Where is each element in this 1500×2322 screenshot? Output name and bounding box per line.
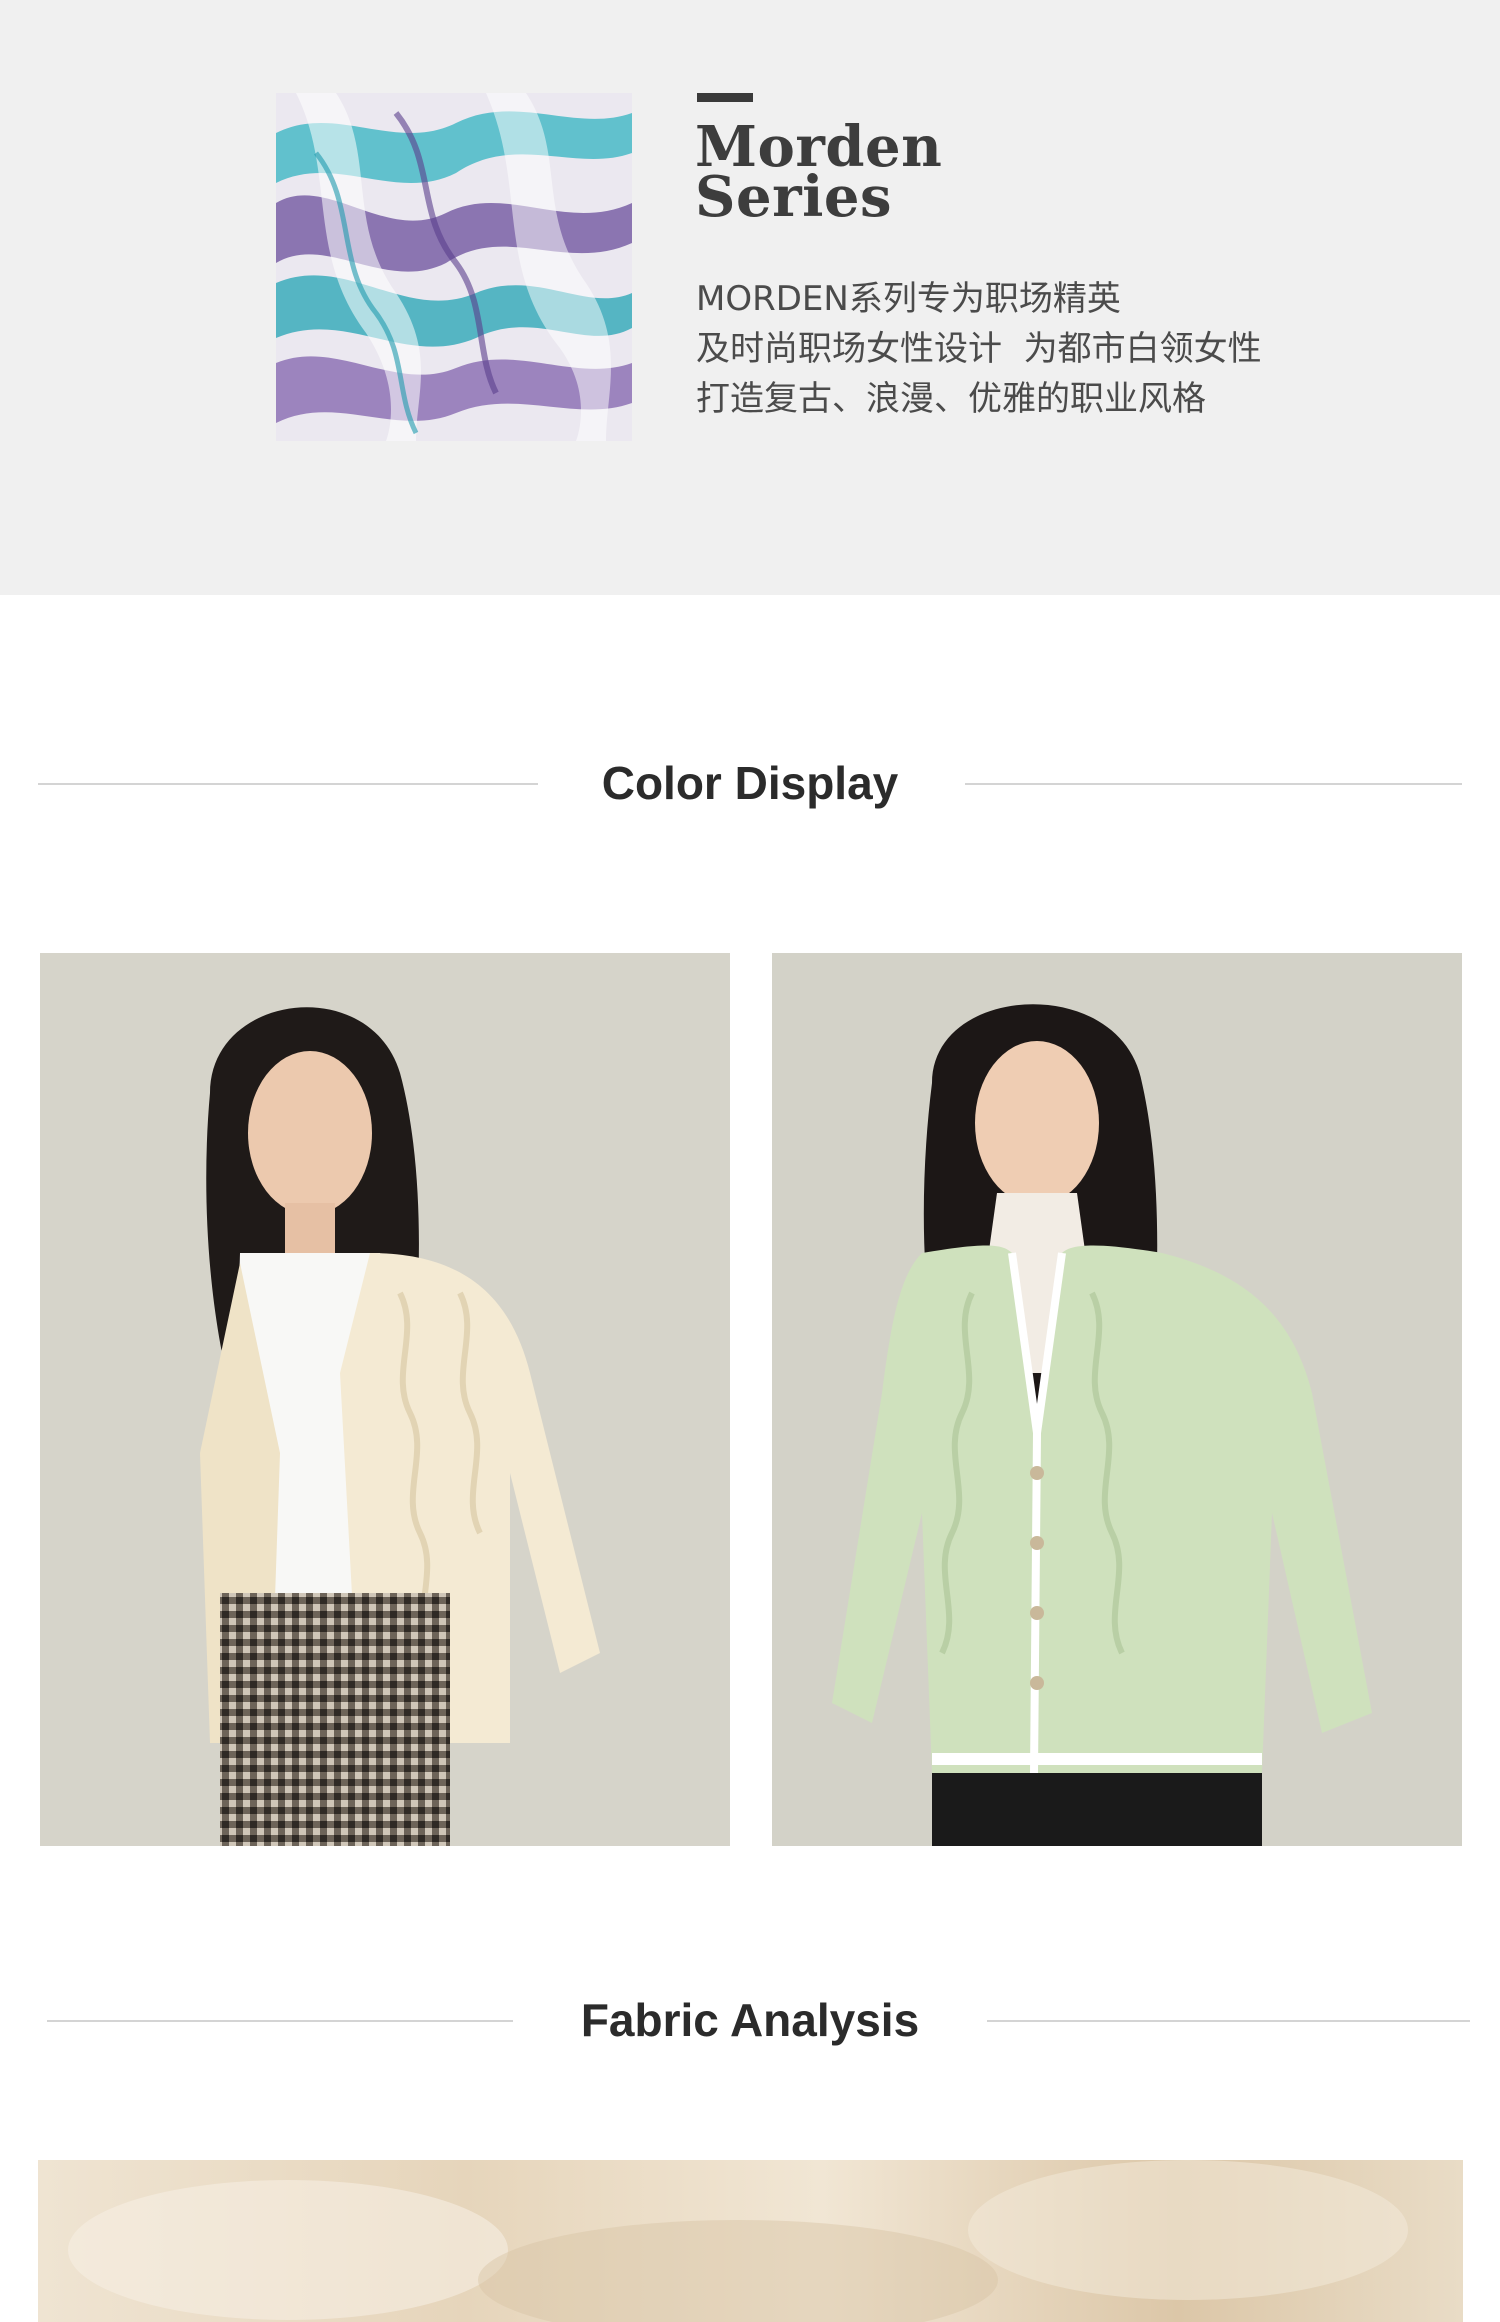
series-description-line: 及时尚职场女性设计 为都市白领女性	[696, 329, 1262, 369]
series-description-line: MORDEN系列专为职场精英	[696, 279, 1121, 319]
heading-rule-right	[987, 2020, 1470, 2022]
series-title: Morden Series	[695, 119, 942, 225]
fabric-analysis-heading: Fabric Analysis	[0, 1990, 1500, 2050]
marble-pattern-image	[276, 93, 632, 441]
fabric-closeup-image	[38, 2160, 1463, 2322]
product-photo-mint	[772, 953, 1462, 1846]
product-photo-cream	[40, 953, 730, 1846]
heading-rule-right	[965, 783, 1462, 785]
title-accent-bar	[697, 93, 753, 102]
series-banner: Morden Series MORDEN系列专为职场精英 及时尚职场女性设计 为…	[0, 0, 1500, 595]
series-description: MORDEN系列专为职场精英 及时尚职场女性设计 为都市白领女性 打造复古、浪漫…	[696, 274, 1262, 424]
series-description-line: 打造复古、浪漫、优雅的职业风格	[696, 379, 1206, 419]
color-display-heading: Color Display	[0, 753, 1500, 813]
